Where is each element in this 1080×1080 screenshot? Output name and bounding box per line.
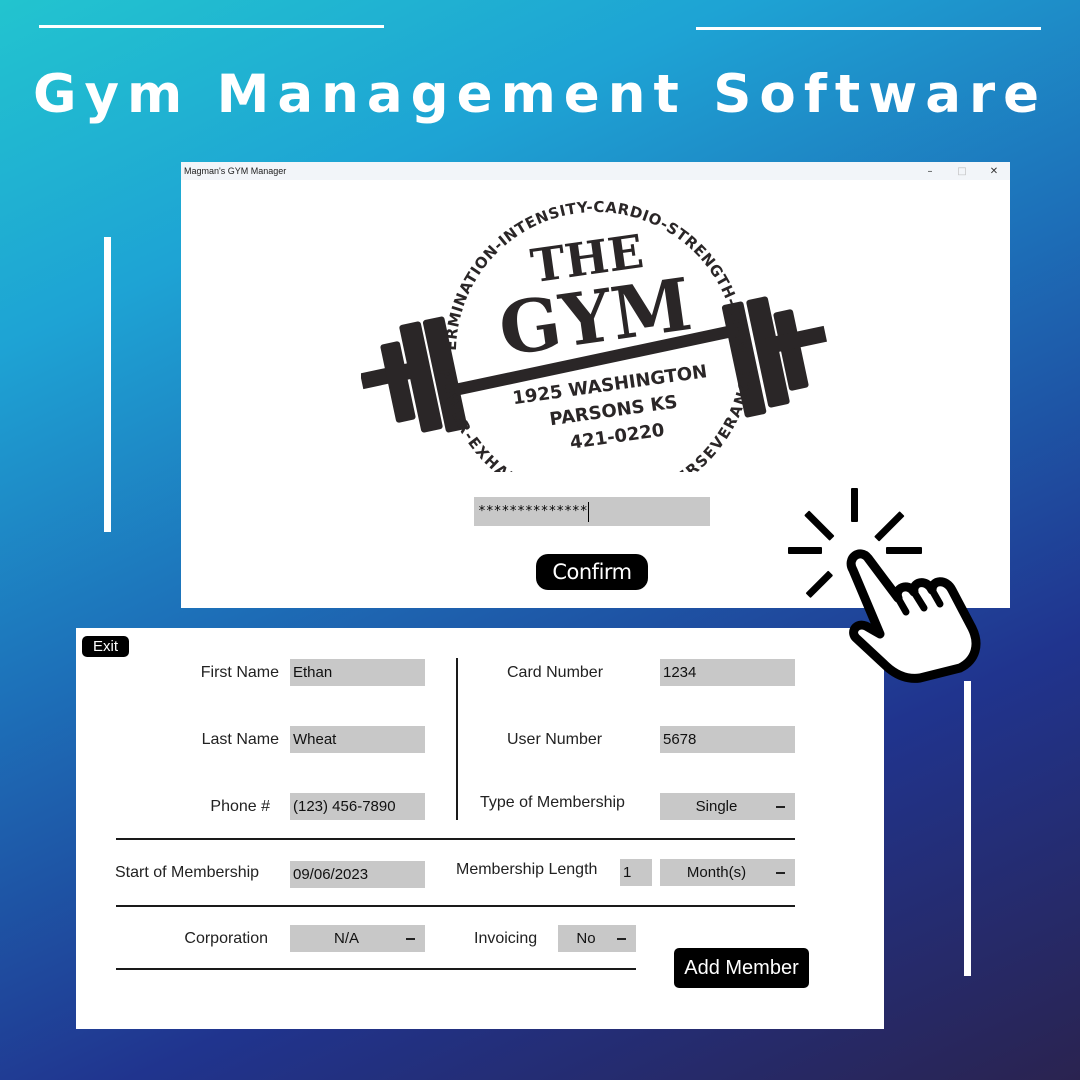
phone-field[interactable]: (123) 456-7890 [290,793,425,820]
left-vertical-decor-line [104,237,111,532]
exit-button[interactable]: Exit [82,636,129,657]
corporation-value: N/A [333,930,359,947]
section-divider [116,968,636,970]
gym-logo: DETERMINATION-INTENSITY-CARDIO-STRENGTH-… [361,182,828,472]
password-value: ************** [478,504,588,519]
start-of-membership-label: Start of Membership [115,864,260,881]
corporation-label: Corporation [184,930,268,947]
last-name-field[interactable]: Wheat [290,726,425,753]
dropdown-arrow-icon [776,806,785,808]
column-divider [456,658,458,820]
card-number-label: Card Number [507,664,604,681]
add-member-button[interactable]: Add Member [674,948,809,988]
right-vertical-decor-line [964,681,971,976]
length-unit-select[interactable]: Month(s) [660,859,795,886]
section-divider [116,905,795,907]
membership-length-label: Membership Length [456,861,598,878]
invoicing-value: No [576,930,596,947]
top-right-decor-line [696,27,1041,30]
first-name-label: First Name [200,664,279,681]
invoicing-select[interactable]: No [558,925,636,952]
dropdown-arrow-icon [406,938,415,940]
phone-label: Phone # [210,798,270,815]
start-date-field[interactable]: 09/06/2023 [290,861,425,888]
minimize-icon[interactable]: – [914,166,946,177]
user-number-label: User Number [507,731,603,748]
window-titlebar: Magman's GYM Manager – □ ✕ [181,162,1010,180]
top-left-decor-line [39,25,384,28]
last-name-label: Last Name [201,731,279,748]
confirm-button[interactable]: Confirm [536,554,648,590]
member-form-window: Exit First Name Ethan Last Name Wheat Ph… [76,628,884,1029]
invoicing-label: Invoicing [474,930,538,947]
membership-type-value: Single [695,798,738,815]
password-input[interactable]: ************** [474,497,710,526]
membership-type-label: Type of Membership [480,794,625,811]
text-caret [587,501,589,522]
cursor-hand-click-icon [788,488,981,683]
logo-word-gym: GYM [494,261,697,372]
corporation-select[interactable]: N/A [290,925,425,952]
window-title: Magman's GYM Manager [184,166,287,176]
dropdown-arrow-icon [776,872,785,874]
first-name-field[interactable]: Ethan [290,659,425,686]
dropdown-arrow-icon [617,938,626,940]
user-number-field[interactable]: 5678 [660,726,795,753]
close-icon[interactable]: ✕ [978,166,1010,177]
membership-length-field[interactable]: 1 [620,859,652,886]
headline: Gym Management Software [32,64,1048,125]
length-unit-value: Month(s) [686,864,747,881]
section-divider [116,838,795,840]
card-number-field[interactable]: 1234 [660,659,795,686]
maximize-icon[interactable]: □ [946,166,978,177]
membership-type-select[interactable]: Single [660,793,795,820]
